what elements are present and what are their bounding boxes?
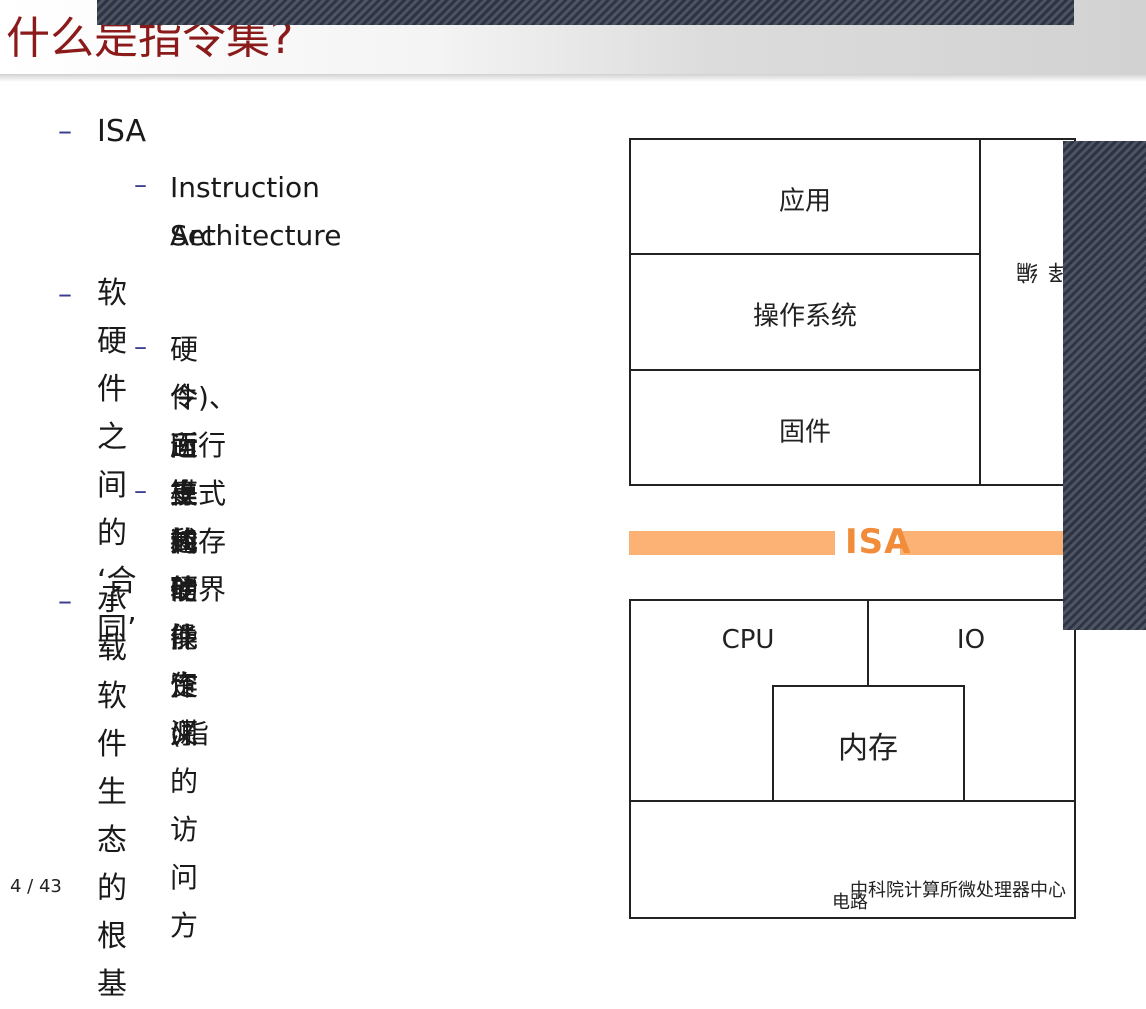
bullet-dash: – [58, 584, 72, 617]
bullet-dash: – [58, 114, 72, 147]
isa-band-label: ISA [845, 522, 912, 562]
sub-bullet-dash: – [134, 170, 147, 200]
sub-bullet-isa-line2: Architecture [170, 219, 342, 252]
video-overlay-top [97, 0, 1074, 25]
video-overlay-right [1063, 141, 1146, 630]
page-number: 4 / 43 [10, 876, 62, 897]
cpu-io-divider [867, 600, 869, 686]
cpu-label: CPU [721, 625, 775, 655]
os-label: 操作系统 [752, 301, 858, 332]
hardware-divider [629, 800, 1076, 802]
sub-bullet-dash: – [134, 476, 147, 506]
sub-bullet-contract-2-line2: 式 [170, 525, 199, 558]
app-label: 应用 [778, 186, 832, 217]
bullet-dash: – [58, 277, 72, 310]
firmware-label: 固件 [778, 417, 832, 448]
header-shadow [0, 74, 1146, 82]
isa-bar-right [900, 531, 1075, 555]
isa-bar-left [629, 531, 835, 555]
footer-organization: 中科院计算所微处理器中心 [850, 880, 1066, 901]
sub-bullet-dash: – [134, 332, 147, 362]
io-label: IO [956, 625, 986, 655]
bullet-ecosystem: 承载软件生态的根基 [97, 583, 127, 1002]
memory-label: 内存 [838, 731, 898, 766]
bullet-isa: ISA [97, 114, 146, 149]
